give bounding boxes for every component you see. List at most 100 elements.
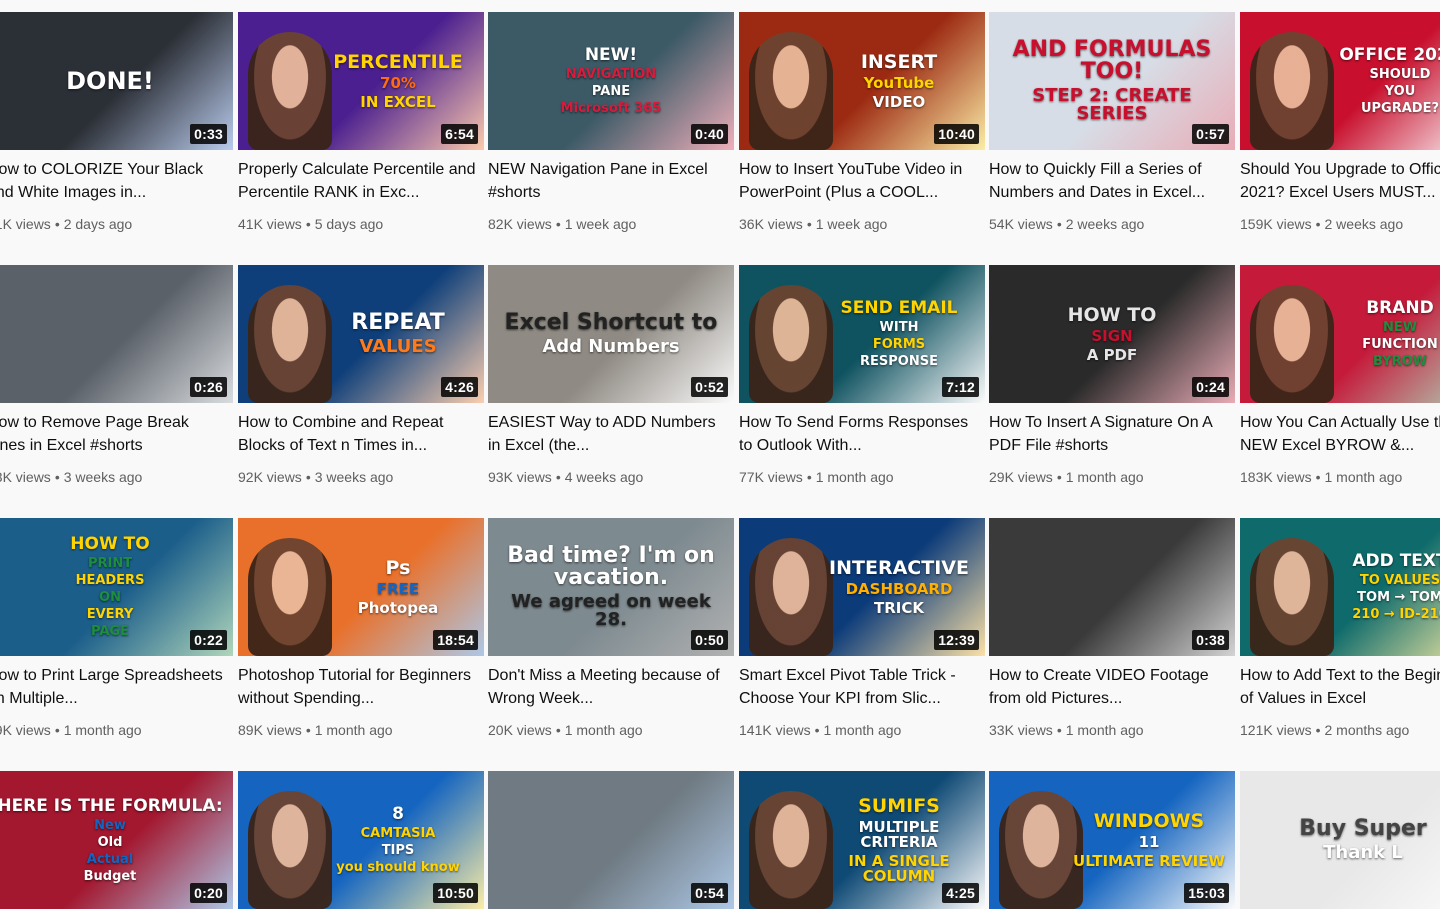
video-card[interactable]: Bad time? I'm on vacation. We agreed on w… [488,518,734,740]
video-card[interactable]: 0:54 [488,771,734,909]
view-count: 33K views [989,722,1053,738]
video-duration: 0:50 [691,630,728,650]
video-thumbnail[interactable]: DONE! 0:33 [0,12,233,150]
video-title[interactable]: How to Remove Page Break Lines in Excel … [0,411,233,457]
video-card[interactable]: HOW TO PRINT HEADERS ON EVERY PAGE 0:22 How to … [0,518,233,740]
thumbnail-text-line: TO VALUES [1359,573,1440,588]
thumbnail-text-line: MULTIPLE CRITERIA [858,817,940,851]
video-title[interactable]: How to Print Large Spreadsheets on Multi… [0,664,233,710]
video-title[interactable]: NEW Navigation Pane in Excel #shorts [488,158,734,204]
thumbnail-text-line: ADD TEXT [1352,551,1440,571]
video-card[interactable]: NEW! NAVIGATION PANE Microsoft 365 0:40 NEW N… [488,12,734,234]
video-thumbnail[interactable]: 0:26 [0,265,233,403]
video-thumbnail[interactable]: NEW! NAVIGATION PANE Microsoft 365 0:40 [488,12,734,150]
video-title[interactable]: How to Create VIDEO Footage from old Pic… [989,664,1235,710]
thumbnail-text-line: EVERY [86,607,134,622]
video-title[interactable]: How to Quickly Fill a Series of Numbers … [989,158,1235,204]
thumbnail-text-line: FUNCTION [1362,337,1438,352]
video-metadata: 82K views • 1 week ago [488,214,734,234]
video-card[interactable]: HERE IS THE FORMULA: New Old Actual Budget 0:… [0,771,233,909]
video-thumbnail[interactable]: HERE IS THE FORMULA: New Old Actual Budget 0:… [0,771,233,909]
video-card[interactable]: PERCENTILE 70% IN EXCEL 6:54 Properly Calcul… [238,12,484,234]
view-count: 183K views [1240,469,1312,485]
thumbnail-text-line: VIDEO [872,92,926,111]
upload-age: 2 days ago [63,216,133,232]
thumbnail-text-line: Bad time? I'm on vacation. [507,543,715,590]
video-title[interactable]: EASIEST Way to ADD Numbers in Excel (the… [488,411,734,457]
thumbnail-text-line: Actual [86,851,134,867]
thumbnail-text-line: SIGN [1091,326,1133,345]
video-card[interactable]: 0:26 How to Remove Page Break Lines in Ex… [0,265,233,487]
video-title[interactable]: How to COLORIZE Your Black and White Ima… [0,158,233,204]
video-title[interactable]: Should You Upgrade to Office 2021? Excel… [1240,158,1440,204]
view-count: 92K views [238,469,302,485]
video-card[interactable]: 8 CAMTASIA TIPS you should know 10:50 [238,771,484,909]
video-metadata: 33K views•3 weeks ago [0,467,233,487]
video-thumbnail[interactable]: OFFICE 2021 SHOULD YOU UPGRADE? [1240,12,1440,150]
video-title[interactable]: How You Can Actually Use the NEW Excel B… [1240,411,1440,457]
meta-separator: • [305,722,311,738]
view-count: 36K views [739,216,803,232]
video-thumbnail[interactable]: WINDOWS 11 ULTIMATE REVIEW 15:03 [989,771,1235,909]
video-card[interactable]: Excel Shortcut to Add Numbers 0:52 EASIEST … [488,265,734,487]
video-card[interactable]: Ps FREE Photopea 18:54 Photoshop Tutorial fo… [238,518,484,740]
video-thumbnail[interactable]: AND FORMULAS TOO! STEP 2: CREATE SERIES 0:… [989,12,1235,150]
thumbnail-text-line: WINDOWS [1093,809,1205,832]
video-card[interactable]: SEND EMAIL WITH FORMS RESPONSE 7:12 How To Se… [739,265,985,487]
meta-separator: • [305,216,311,232]
video-title[interactable]: Properly Calculate Percentile and Percen… [238,158,484,204]
video-thumbnail[interactable]: 8 CAMTASIA TIPS you should know 10:50 [238,771,484,909]
video-duration: 4:26 [441,377,478,397]
video-thumbnail[interactable]: 0:38 [989,518,1235,656]
video-thumbnail[interactable]: SEND EMAIL WITH FORMS RESPONSE 7:12 [739,265,985,403]
video-thumbnail[interactable]: INSERT YouTube VIDEO 10:40 [739,12,985,150]
video-card[interactable]: OFFICE 2021 SHOULD YOU UPGRADE? Should You U… [1240,12,1440,234]
thumbnail-text-line: NEW! [584,45,638,65]
thumbnail-text-line: Photopea [357,598,439,617]
upload-age: 1 month ago [63,722,142,738]
video-duration: 7:12 [942,377,979,397]
video-thumbnail[interactable]: HOW TO SIGN A PDF 0:24 [989,265,1235,403]
video-thumbnail[interactable]: SUMIFS MULTIPLE CRITERIA IN A SINGLE COLUM… [739,771,985,909]
video-card[interactable]: HOW TO SIGN A PDF 0:24 How To Insert A Signa… [989,265,1235,487]
video-card[interactable]: DONE! 0:33 How to COLORIZE Your Black and … [0,12,233,234]
thumbnail-text-line: PRINT [87,556,133,571]
video-title[interactable]: How to Combine and Repeat Blocks of Text… [238,411,484,457]
video-card[interactable]: WINDOWS 11 ULTIMATE REVIEW 15:03 [989,771,1235,909]
video-thumbnail[interactable]: Excel Shortcut to Add Numbers 0:52 [488,265,734,403]
video-thumbnail[interactable]: ADD TEXT TO VALUES TOM → TOM 210 → ID-210 [1240,518,1440,656]
video-title[interactable]: Don't Miss a Meeting because of Wrong We… [488,664,734,710]
video-card[interactable]: INSERT YouTube VIDEO 10:40 How to Insert You… [739,12,985,234]
view-count: 19K views [0,722,51,738]
video-card[interactable]: BRAND NEW FUNCTION BYROW How You Can Actuall… [1240,265,1440,487]
meta-separator: • [1315,216,1321,232]
video-duration: 0:20 [190,883,227,903]
video-title[interactable]: How to Insert YouTube Video in PowerPoin… [739,158,985,204]
video-thumbnail[interactable]: PERCENTILE 70% IN EXCEL 6:54 [238,12,484,150]
video-metadata: 92K views • 3 weeks ago [238,467,484,487]
upload-age: 1 month ago [1065,469,1144,485]
video-thumbnail[interactable]: Ps FREE Photopea 18:54 [238,518,484,656]
thumbnail-text-line: CAMTASIA [360,826,436,841]
video-thumbnail[interactable]: REPEAT VALUES 4:26 [238,265,484,403]
video-thumbnail[interactable]: HOW TO PRINT HEADERS ON EVERY PAGE 0:22 [0,518,233,656]
video-thumbnail[interactable]: Buy Super Thank L [1240,771,1440,909]
video-title[interactable]: Smart Excel Pivot Table Trick - Choose Y… [739,664,985,710]
video-title[interactable]: How To Insert A Signature On A PDF File … [989,411,1235,457]
video-title[interactable]: How to Add Text to the Beginning of Valu… [1240,664,1440,710]
video-title[interactable]: Photoshop Tutorial for Beginners without… [238,664,484,710]
video-card[interactable]: REPEAT VALUES 4:26 How to Combine and Repea… [238,265,484,487]
video-card[interactable]: ADD TEXT TO VALUES TOM → TOM 210 → ID-210 Ho… [1240,518,1440,740]
video-card[interactable]: Buy Super Thank L [1240,771,1440,909]
video-card[interactable]: 0:38 How to Create VIDEO Footage from old… [989,518,1235,740]
video-card[interactable]: SUMIFS MULTIPLE CRITERIA IN A SINGLE COLUM… [739,771,985,909]
video-thumbnail[interactable]: INTERACTIVE DASHBOARD TRICK 12:39 [739,518,985,656]
video-card[interactable]: AND FORMULAS TOO! STEP 2: CREATE SERIES 0:… [989,12,1235,234]
upload-age: 3 weeks ago [314,469,394,485]
video-card[interactable]: INTERACTIVE DASHBOARD TRICK 12:39 Smart Exce… [739,518,985,740]
video-thumbnail[interactable]: 0:54 [488,771,734,909]
video-thumbnail[interactable]: Bad time? I'm on vacation. We agreed on w… [488,518,734,656]
video-title[interactable]: How To Send Forms Responses to Outlook W… [739,411,985,457]
video-thumbnail[interactable]: BRAND NEW FUNCTION BYROW [1240,265,1440,403]
thumbnail-text-line: VALUES [359,336,437,357]
